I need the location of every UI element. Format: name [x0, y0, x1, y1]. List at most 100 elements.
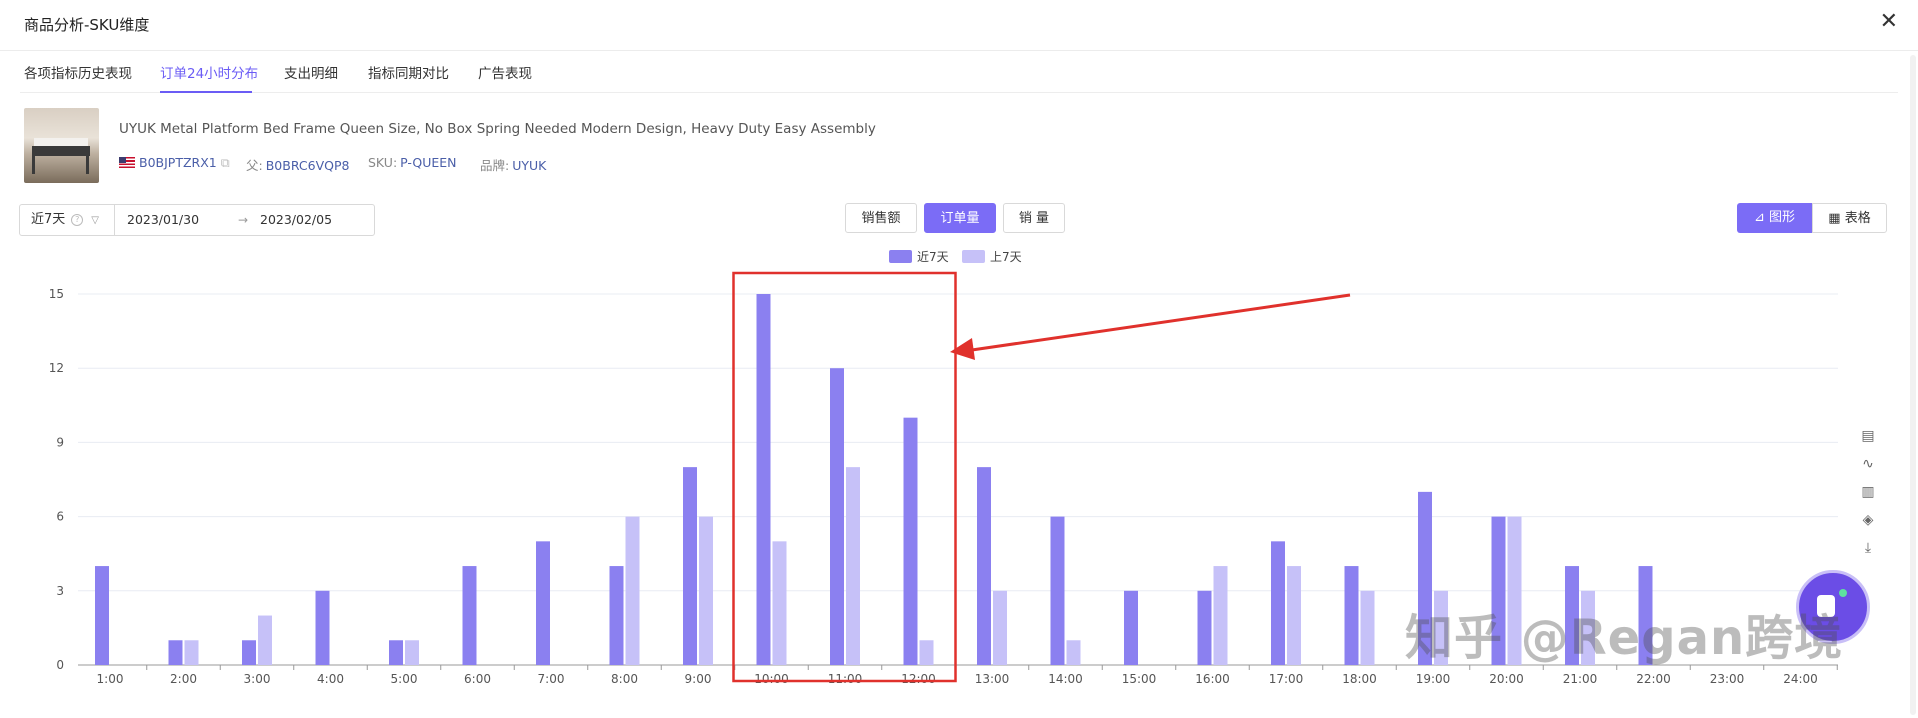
- bar-current: [1344, 566, 1359, 665]
- bar-current: [462, 566, 477, 665]
- x-tick-label: 16:00: [1195, 672, 1230, 686]
- bar-previous: [625, 516, 640, 665]
- x-tick-label: 20:00: [1489, 672, 1524, 686]
- us-flag-icon: [119, 157, 135, 168]
- tab-history[interactable]: 各项指标历史表现: [24, 62, 132, 82]
- start-date[interactable]: 2023/01/30: [127, 205, 199, 235]
- x-tick-label: 4:00: [317, 672, 344, 686]
- chart-icon: ⊿: [1753, 210, 1765, 225]
- bar-current: [168, 640, 183, 665]
- date-range-picker[interactable]: 近7天? ▽ 2023/01/30 → 2023/02/05: [19, 204, 375, 236]
- help-icon: ?: [71, 214, 84, 226]
- bar-previous: [993, 590, 1007, 665]
- y-tick-label: 6: [56, 510, 64, 524]
- bar-current: [95, 566, 109, 665]
- bar-current: [389, 640, 403, 665]
- x-tick-label: 11:00: [828, 672, 863, 686]
- bar-previous: [772, 541, 787, 665]
- x-tick-label: 2:00: [170, 672, 197, 686]
- x-tick-label: 21:00: [1563, 672, 1598, 686]
- bar-current: [1124, 590, 1138, 665]
- x-tick-label: 5:00: [391, 672, 418, 686]
- external-link-icon[interactable]: ⧉: [221, 155, 230, 170]
- end-date[interactable]: 2023/02/05: [260, 205, 332, 235]
- x-tick-label: 15:00: [1122, 672, 1157, 686]
- annotation-arrow: [964, 293, 1351, 353]
- bar-current: [609, 566, 624, 665]
- y-tick-label: 3: [56, 584, 64, 598]
- bar-current: [756, 294, 771, 665]
- product-brand: 品牌: UYUK: [480, 158, 547, 173]
- x-tick-label: 13:00: [975, 672, 1010, 686]
- product-sku: SKU: P-QUEEN: [368, 155, 457, 170]
- y-tick-label: 15: [49, 287, 64, 301]
- period-select[interactable]: 近7天? ▽: [20, 205, 115, 235]
- scrollbar[interactable]: [1910, 55, 1916, 715]
- x-tick-label: 10:00: [754, 672, 789, 686]
- bar-current: [1197, 590, 1212, 665]
- window-header: 商品分析-SKU维度 ✕: [0, 0, 1918, 51]
- bar-previous: [1066, 640, 1081, 665]
- x-tick-label: 23:00: [1710, 672, 1745, 686]
- view-table-button[interactable]: ▦ 表格: [1812, 203, 1887, 233]
- x-tick-label: 22:00: [1636, 672, 1671, 686]
- bar-current: [1271, 541, 1285, 665]
- x-tick-label: 19:00: [1416, 672, 1451, 686]
- metric-units-button[interactable]: 销 量: [1003, 203, 1065, 233]
- bar-previous: [1213, 566, 1228, 665]
- close-icon[interactable]: ✕: [1880, 10, 1898, 34]
- tab-period-compare[interactable]: 指标同期对比: [368, 62, 449, 82]
- x-tick-label: 14:00: [1048, 672, 1083, 686]
- tab-bar: 各项指标历史表现 订单24小时分布 支出明细 指标同期对比 广告表现: [0, 50, 1918, 92]
- annotation-arrowhead: [950, 338, 975, 360]
- view-chart-button[interactable]: ⊿ 图形: [1737, 203, 1812, 233]
- bar-current: [1050, 516, 1065, 665]
- y-tick-label: 9: [56, 435, 64, 449]
- download-icon[interactable]: ⤓: [1856, 540, 1880, 568]
- tab-expense-detail[interactable]: 支出明细: [284, 62, 338, 82]
- x-tick-label: 7:00: [538, 672, 565, 686]
- bar-previous: [258, 615, 272, 665]
- window-title: 商品分析-SKU维度: [24, 16, 150, 34]
- bar-previous: [919, 640, 934, 665]
- tab-24h-distribution[interactable]: 订单24小时分布: [160, 62, 258, 82]
- bar-chart-icon[interactable]: ▥: [1856, 484, 1880, 512]
- metric-sales-button[interactable]: 销售额: [845, 203, 917, 233]
- x-tick-label: 1:00: [97, 672, 124, 686]
- y-tick-label: 12: [49, 361, 64, 375]
- product-title: UYUK Metal Platform Bed Frame Queen Size…: [119, 121, 876, 137]
- product-parent: 父: B0BRC6VQP8: [246, 158, 350, 173]
- layers-icon[interactable]: ◈: [1856, 512, 1880, 540]
- metric-orders-button[interactable]: 订单量: [924, 203, 996, 233]
- x-tick-label: 6:00: [464, 672, 491, 686]
- bar-current: [903, 417, 918, 665]
- active-tab-indicator: [160, 91, 252, 93]
- bar-current: [683, 467, 697, 665]
- tabs-divider: [20, 92, 1898, 93]
- product-asin[interactable]: B0BJPTZRX1 ⧉: [119, 155, 230, 171]
- product-image: [24, 108, 99, 183]
- x-tick-label: 3:00: [244, 672, 271, 686]
- bar-previous: [1287, 566, 1301, 665]
- bar-previous: [184, 640, 199, 665]
- x-tick-label: 8:00: [611, 672, 638, 686]
- chart-toolbox: ▤ ∿ ▥ ◈ ⤓: [1856, 428, 1880, 568]
- chevron-down-icon: ▽: [91, 215, 99, 226]
- x-tick-label: 17:00: [1269, 672, 1304, 686]
- x-tick-label: 12:00: [901, 672, 936, 686]
- grid-icon: ▦: [1828, 211, 1841, 226]
- line-chart-icon[interactable]: ∿: [1856, 456, 1880, 484]
- bar-current: [315, 590, 330, 665]
- x-tick-label: 18:00: [1342, 672, 1377, 686]
- arrow-right-icon: →: [238, 213, 249, 227]
- x-tick-label: 24:00: [1783, 672, 1818, 686]
- watermark: 知乎 @Regan跨境: [1405, 610, 1844, 666]
- bar-current: [242, 640, 256, 665]
- document-icon[interactable]: ▤: [1856, 428, 1880, 456]
- y-tick-label: 0: [56, 658, 64, 672]
- bar-previous: [405, 640, 419, 665]
- bar-current: [977, 467, 991, 665]
- bar-previous: [1360, 590, 1375, 665]
- bar-previous: [699, 516, 713, 665]
- tab-ad-performance[interactable]: 广告表现: [478, 62, 532, 82]
